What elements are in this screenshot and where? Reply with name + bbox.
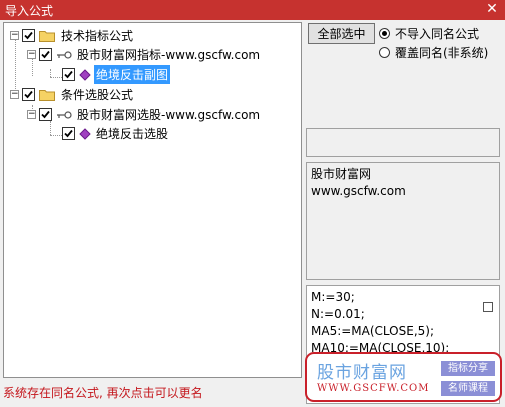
folder-icon [39,30,55,42]
watermark-title: 股市财富网 [317,363,407,383]
watermark-url: WWW.GSCFW.COM [317,383,430,394]
tree-group-stock-selection[interactable]: − 条件选股公式 [10,85,135,104]
status-message: 系统存在同名公式, 再次点击可以更名 [3,386,203,400]
formula-icon [79,68,91,81]
collapse-icon[interactable]: − [10,90,19,99]
close-icon[interactable]: ✕ [485,1,499,17]
code-line: MA5:=MA(CLOSE,5); [311,324,434,338]
import-formula-dialog: 导入公式 ✕ − 技术指标公式 − 股市财富网指标-www.gscfw.com [0,0,505,407]
formula-icon [79,127,91,140]
radio-button[interactable] [379,28,390,39]
radio-label: 覆盖同名(非系统) [395,46,489,60]
collapse-icon[interactable]: − [27,110,36,119]
tree-item-label: 股市财富网选股-www.gscfw.com [77,108,261,122]
tree-formula-item[interactable]: 绝境反击选股 [62,124,170,143]
tree-group-indicator[interactable]: − 技术指标公式 [10,26,135,45]
tree-item-label: 绝境反击选股 [96,127,169,141]
folder-icon [39,89,55,101]
code-line: M:=30; [311,290,355,304]
code-option-checkbox[interactable] [483,302,493,312]
source-checkbox[interactable] [39,48,52,61]
formula-checkbox[interactable] [62,127,75,140]
group-checkbox[interactable] [22,88,35,101]
watermark-tag: 名师课程 [441,381,495,396]
formula-tree: − 技术指标公式 − 股市财富网指标-www.gscfw.com 绝境反击副图 … [3,22,302,378]
key-icon [57,110,72,119]
watermark-tag: 指标分享 [441,361,495,376]
info-line: www.gscfw.com [311,184,406,198]
tree-item-label: 股市财富网指标-www.gscfw.com [77,48,261,62]
formula-info: 股市财富网 www.gscfw.com [306,162,500,280]
description-field [306,128,500,157]
tree-connector [50,69,51,77]
collapse-icon[interactable]: − [27,50,36,59]
site-watermark: 股市财富网 WWW.GSCFW.COM 指标分享 名师课程 [305,352,502,402]
tree-source-indicator[interactable]: − 股市财富网指标-www.gscfw.com [27,45,262,64]
source-checkbox[interactable] [39,108,52,121]
key-icon [57,50,72,59]
radio-no-import[interactable]: 不导入同名公式 [379,25,479,42]
tree-item-label: 绝境反击副图 [94,65,171,84]
group-checkbox[interactable] [22,29,35,42]
title-bar: 导入公式 ✕ [0,0,505,20]
formula-checkbox[interactable] [62,68,75,81]
window-title: 导入公式 [5,4,54,18]
tree-formula-item[interactable]: 绝境反击副图 [62,65,171,84]
tree-source-stock-selection[interactable]: − 股市财富网选股-www.gscfw.com [27,105,262,124]
info-line: 股市财富网 [311,167,372,181]
tree-item-label: 技术指标公式 [61,29,134,43]
select-all-button[interactable]: 全部选中 [308,23,375,44]
radio-button[interactable] [379,47,390,58]
code-line: N:=0.01; [311,307,365,321]
tree-item-label: 条件选股公式 [61,88,134,102]
tree-connector [50,77,62,78]
collapse-icon[interactable]: − [10,31,19,40]
radio-label: 不导入同名公式 [395,27,480,41]
radio-overwrite[interactable]: 覆盖同名(非系统) [379,44,488,61]
tree-connector [50,135,62,136]
